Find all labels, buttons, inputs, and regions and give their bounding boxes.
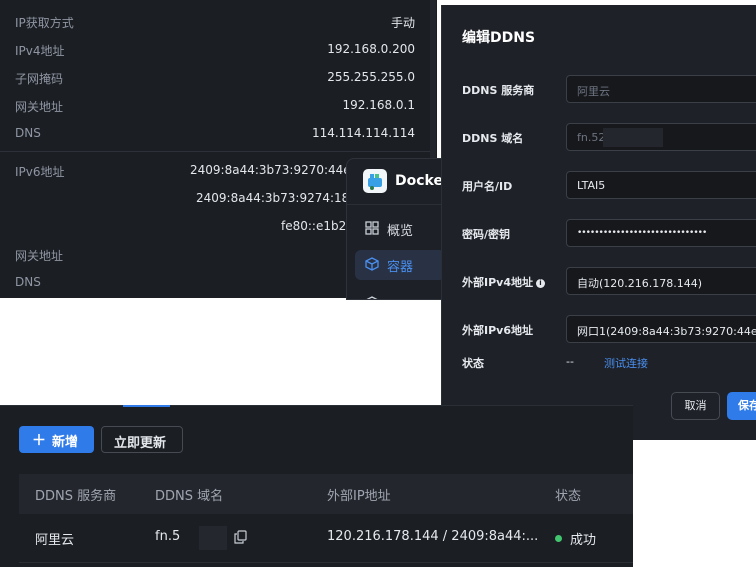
dns-value: 114.114.114.114 — [311, 126, 415, 140]
menu-item-overview-label: 概览 — [387, 224, 414, 239]
domain-label: DDNS 域名 — [462, 132, 524, 145]
domain-input[interactable]: fn.52 — [566, 123, 756, 151]
username-value: LTAI5 — [577, 179, 606, 192]
provider-label: DDNS 服务商 — [462, 84, 535, 97]
table-row[interactable]: 阿里云 fn.5 120.216.178.144 / 2409:8a44:...… — [19, 514, 633, 563]
ddns-list-panel: ＋ 新增 立即更新 DDNS 服务商 DDNS 域名 外部IP地址 状态 阿里云… — [0, 405, 633, 567]
menu-item-containers-label: 容器 — [387, 260, 414, 275]
redaction-mask — [603, 128, 663, 147]
ipv6-ext-select[interactable]: 网口1(2409:8a44:3b73:9270:44e4:ca — [566, 315, 756, 343]
ipv6-label: IPv6地址 — [15, 165, 65, 179]
menu-item-next[interactable] — [355, 289, 445, 299]
col-status: 状态 — [555, 489, 582, 504]
ip-mode-label: IP获取方式 — [15, 16, 74, 30]
menu-item-overview[interactable]: 概览 — [355, 214, 445, 244]
docker-logo-icon — [363, 169, 387, 193]
col-external-ip: 外部IP地址 — [327, 489, 391, 504]
test-connection-link[interactable]: 测试连接 — [604, 355, 648, 371]
add-button-label: 新增 — [52, 435, 79, 450]
update-now-button[interactable]: 立即更新 — [101, 426, 183, 453]
grid-icon — [365, 221, 379, 235]
username-label: 用户名/ID — [462, 180, 513, 193]
cube-icon — [365, 257, 379, 271]
edit-ddns-dialog: 编辑DDNS DDNS 服务商 阿里云 DDNS 域名 fn.52 用户名/ID… — [441, 5, 756, 440]
save-button[interactable]: 保存 — [727, 392, 756, 420]
ip-mode-value: 手动 — [390, 16, 415, 30]
row-external-ip: 120.216.178.144 / 2409:8a44:... — [327, 529, 539, 544]
menu-divider — [347, 204, 447, 205]
ipv4-label: IPv4地址 — [15, 44, 65, 58]
ipv4-row: IPv4地址 192.168.0.200 — [0, 35, 430, 63]
info-icon[interactable]: i — [535, 279, 545, 288]
col-provider: DDNS 服务商 — [35, 489, 117, 504]
dns6-label: DNS — [15, 275, 41, 289]
secret-label: 密码/密钥 — [462, 228, 511, 241]
docker-app-menu: Docker 概览 容器 — [346, 158, 448, 300]
update-now-label: 立即更新 — [114, 436, 167, 451]
section-divider — [0, 151, 430, 152]
cancel-button[interactable]: 取消 — [671, 392, 720, 420]
add-button[interactable]: ＋ 新增 — [19, 426, 94, 453]
redaction-mask — [199, 526, 227, 550]
dns-label: DNS — [15, 126, 41, 140]
menu-item-containers[interactable]: 容器 — [355, 250, 445, 280]
provider-placeholder: 阿里云 — [577, 85, 610, 98]
ipv4-ext-select[interactable]: 自动(120.216.178.144) — [566, 267, 756, 295]
gateway6-label: 网关地址 — [15, 249, 64, 263]
row-status: 成功 — [570, 533, 597, 548]
status-success-dot — [555, 535, 562, 542]
active-tab-indicator — [123, 405, 170, 407]
subnet-value: 255.255.255.0 — [327, 70, 415, 84]
domain-placeholder: fn.52 — [577, 131, 606, 144]
ipv4-ext-value: 自动(120.216.178.144) — [577, 277, 703, 290]
status-value: -- — [566, 355, 574, 368]
username-input[interactable]: LTAI5 — [566, 171, 756, 199]
ipv4-value: 192.168.0.200 — [327, 42, 415, 56]
dns-row: DNS 114.114.114.114 — [0, 119, 430, 147]
ip-mode-row: IP获取方式 手动 — [0, 7, 430, 35]
copy-icon[interactable] — [234, 530, 247, 547]
row-provider: 阿里云 — [35, 533, 75, 548]
dialog-title: 编辑DDNS — [462, 30, 536, 46]
tab-underline — [0, 405, 633, 406]
subnet-row: 子网掩码 255.255.255.0 — [0, 63, 430, 91]
gateway-label: 网关地址 — [15, 100, 64, 114]
provider-input[interactable]: 阿里云 — [566, 75, 756, 103]
hexagon-icon — [365, 296, 379, 299]
ipv6-ext-value: 网口1(2409:8a44:3b73:9270:44e4:ca — [577, 325, 756, 338]
secret-value: •••••••••••••••••••••••••••••• — [577, 228, 707, 238]
secret-input[interactable]: •••••••••••••••••••••••••••••• — [566, 219, 756, 247]
col-domain: DDNS 域名 — [155, 489, 224, 504]
gateway-value: 192.168.0.1 — [342, 98, 415, 112]
ipv4-ext-label-text: 外部IPv4地址 — [462, 276, 533, 289]
table-header: DDNS 服务商 DDNS 域名 外部IP地址 状态 — [19, 474, 633, 514]
plus-icon: ＋ — [32, 433, 46, 449]
status-label: 状态 — [462, 357, 484, 370]
gateway-row: 网关地址 192.168.0.1 — [0, 91, 430, 119]
row-domain: fn.5 — [155, 529, 181, 544]
ipv4-ext-label: 外部IPv4地址 i — [462, 274, 545, 290]
ipv6-ext-label: 外部IPv6地址 — [462, 324, 533, 337]
subnet-label: 子网掩码 — [15, 72, 64, 86]
